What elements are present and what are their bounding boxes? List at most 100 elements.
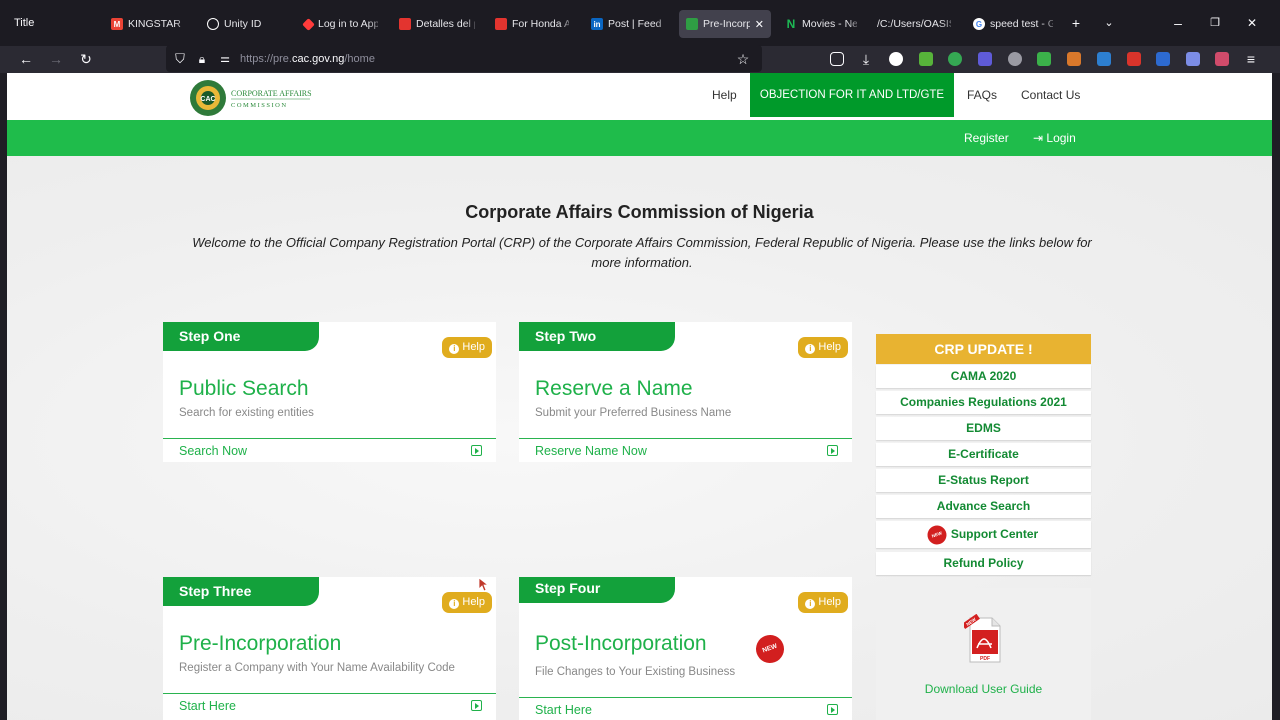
search-now-link[interactable]: Search Now bbox=[179, 444, 247, 458]
divider bbox=[519, 438, 852, 439]
tab-login-app[interactable]: Log in to App bbox=[297, 10, 385, 38]
lock-icon[interactable]: 🔒︎ bbox=[193, 50, 211, 68]
page-title: Corporate Affairs Commission of Nigeria bbox=[465, 202, 814, 222]
register-link[interactable]: Register bbox=[964, 131, 1009, 145]
crp-link-support-center[interactable]: NEW Support Center bbox=[876, 521, 1091, 548]
start-here-link[interactable]: Start Here bbox=[179, 699, 236, 713]
new-tab-icon[interactable]: + bbox=[1066, 16, 1086, 30]
help-label: Help bbox=[462, 341, 485, 353]
step-subtitle: File Changes to Your Existing Business bbox=[535, 666, 736, 678]
pocket-icon[interactable] bbox=[830, 52, 844, 66]
start-here-link[interactable]: Start Here bbox=[535, 703, 592, 717]
divider bbox=[163, 438, 496, 439]
tab-label: speed test - G bbox=[990, 18, 1053, 30]
reload-icon[interactable]: ↻ bbox=[77, 50, 95, 68]
tab-kingstar[interactable]: M KINGSTAR bbox=[104, 10, 192, 38]
crp-link-refund-policy[interactable]: Refund Policy bbox=[876, 552, 1091, 575]
tab-label: Movies - Netn bbox=[802, 18, 857, 30]
extension-fox-icon[interactable] bbox=[1067, 52, 1081, 66]
login-icon: ⇥ bbox=[1033, 131, 1047, 145]
tab-list-icon[interactable]: ⌄ bbox=[1099, 16, 1119, 30]
extension-badge-icon[interactable] bbox=[978, 52, 992, 66]
pdf-document-icon[interactable]: PDF NEW bbox=[964, 614, 1004, 666]
step-title: Reserve a Name bbox=[535, 377, 693, 400]
url-prefix: https://pre. bbox=[240, 53, 292, 65]
logo-line-1: CORPORATE AFFAIRS bbox=[231, 89, 312, 98]
play-arrow-icon[interactable] bbox=[827, 445, 838, 456]
help-label: Help bbox=[818, 596, 841, 608]
extension-grey-icon[interactable] bbox=[1008, 52, 1022, 66]
help-label: Help bbox=[462, 596, 485, 608]
objection-button[interactable]: OBJECTION FOR IT AND LTD/GTE bbox=[750, 73, 954, 117]
extension-t-icon[interactable] bbox=[889, 52, 903, 66]
tab-pre-incorporation[interactable]: Pre-Incorpo ✕ bbox=[679, 10, 771, 38]
play-arrow-icon[interactable] bbox=[471, 445, 482, 456]
restore-icon[interactable]: ❐ bbox=[1205, 16, 1225, 30]
crp-link-advance-search[interactable]: Advance Search bbox=[876, 495, 1091, 518]
close-window-icon[interactable]: ✕ bbox=[1242, 16, 1262, 30]
bookmark-star-icon[interactable]: ☆ bbox=[734, 50, 752, 68]
extension-screenshot-icon[interactable] bbox=[1215, 52, 1229, 66]
extension-download-icon[interactable] bbox=[919, 52, 933, 66]
menu-icon[interactable]: ≡ bbox=[1242, 50, 1260, 68]
tab-label: Post | Feed | L bbox=[608, 18, 665, 30]
play-arrow-icon[interactable] bbox=[471, 700, 482, 711]
divider bbox=[163, 693, 496, 694]
tab-movies[interactable]: N Movies - Netn bbox=[778, 10, 864, 38]
web-page: CAC CORPORATE AFFAIRS COMMISSION Help OB… bbox=[7, 73, 1272, 720]
extension-blue-icon[interactable] bbox=[1097, 52, 1111, 66]
tab-label: For Honda Ac bbox=[512, 18, 569, 30]
permissions-icon[interactable]: ⚌ bbox=[216, 50, 234, 68]
help-button[interactable]: i Help bbox=[798, 592, 848, 613]
forward-icon[interactable]: → bbox=[47, 50, 65, 68]
url-text[interactable]: https://pre.cac.gov.ng/home bbox=[240, 53, 375, 65]
downloads-icon[interactable]: ⤓ bbox=[857, 50, 875, 68]
tab-unity-id[interactable]: Unity ID bbox=[200, 10, 290, 38]
welcome-text: Welcome to the Official Company Registra… bbox=[192, 235, 1092, 270]
tab-label: Pre-Incorpo bbox=[703, 18, 750, 30]
crp-link-e-status-report[interactable]: E-Status Report bbox=[876, 469, 1091, 492]
login-link[interactable]: ⇥ Login bbox=[1033, 131, 1076, 145]
minimize-icon[interactable]: – bbox=[1168, 16, 1188, 30]
tab-honda[interactable]: For Honda Ac bbox=[488, 10, 576, 38]
tab-label: Detalles del p bbox=[416, 18, 475, 30]
tab-speed-test[interactable]: G speed test - G bbox=[966, 10, 1060, 38]
help-button[interactable]: i Help bbox=[442, 337, 492, 358]
extension-red-icon[interactable] bbox=[1127, 52, 1141, 66]
download-user-guide-link[interactable]: Download User Guide bbox=[876, 682, 1091, 696]
crp-link-cama-2020[interactable]: CAMA 2020 bbox=[876, 365, 1091, 388]
step-title: Pre-Incorporation bbox=[179, 632, 342, 655]
play-arrow-icon[interactable] bbox=[827, 704, 838, 715]
divider bbox=[519, 697, 852, 698]
help-button[interactable]: i Help bbox=[798, 337, 848, 358]
crp-link-edms[interactable]: EDMS bbox=[876, 417, 1091, 440]
n-icon: N bbox=[786, 17, 796, 31]
extension-shield-icon[interactable] bbox=[1037, 52, 1051, 66]
reserve-name-link[interactable]: Reserve Name Now bbox=[535, 444, 647, 458]
step-card-post-incorporation: Step Four i Help Post-Incorporation NEW F… bbox=[519, 577, 852, 720]
crp-link-companies-regulations[interactable]: Companies Regulations 2021 bbox=[876, 391, 1091, 414]
step-label: Step Four bbox=[519, 577, 675, 603]
extension-vpn-icon[interactable] bbox=[1156, 52, 1170, 66]
help-button[interactable]: i Help bbox=[442, 592, 492, 613]
extension-refresh-icon[interactable] bbox=[948, 52, 962, 66]
shield-icon[interactable]: ⛉ bbox=[171, 50, 189, 68]
cac-logo[interactable]: CAC CORPORATE AFFAIRS COMMISSION bbox=[188, 78, 314, 118]
tab-close-icon[interactable]: ✕ bbox=[755, 18, 764, 31]
step-title: Public Search bbox=[179, 377, 309, 400]
unity-icon bbox=[207, 18, 219, 30]
info-icon: i bbox=[449, 344, 460, 354]
nav-contact-link[interactable]: Contact Us bbox=[1021, 73, 1080, 117]
nav-help-link[interactable]: Help bbox=[712, 73, 737, 117]
back-icon[interactable]: ← bbox=[17, 50, 35, 68]
tab-linkedin[interactable]: in Post | Feed | L bbox=[584, 10, 672, 38]
step-subtitle: Register a Company with Your Name Availa… bbox=[179, 662, 455, 674]
logo-line-2: COMMISSION bbox=[231, 102, 288, 109]
tab-detalles[interactable]: Detalles del p bbox=[392, 10, 482, 38]
crp-link-e-certificate[interactable]: E-Certificate bbox=[876, 443, 1091, 466]
cac-icon bbox=[686, 18, 698, 30]
extension-off-icon[interactable] bbox=[1186, 52, 1200, 66]
tab-local-file[interactable]: /C:/Users/OASIS/ bbox=[870, 10, 958, 38]
url-host: cac.gov.ng bbox=[291, 53, 345, 65]
nav-faqs-link[interactable]: FAQs bbox=[967, 73, 997, 117]
